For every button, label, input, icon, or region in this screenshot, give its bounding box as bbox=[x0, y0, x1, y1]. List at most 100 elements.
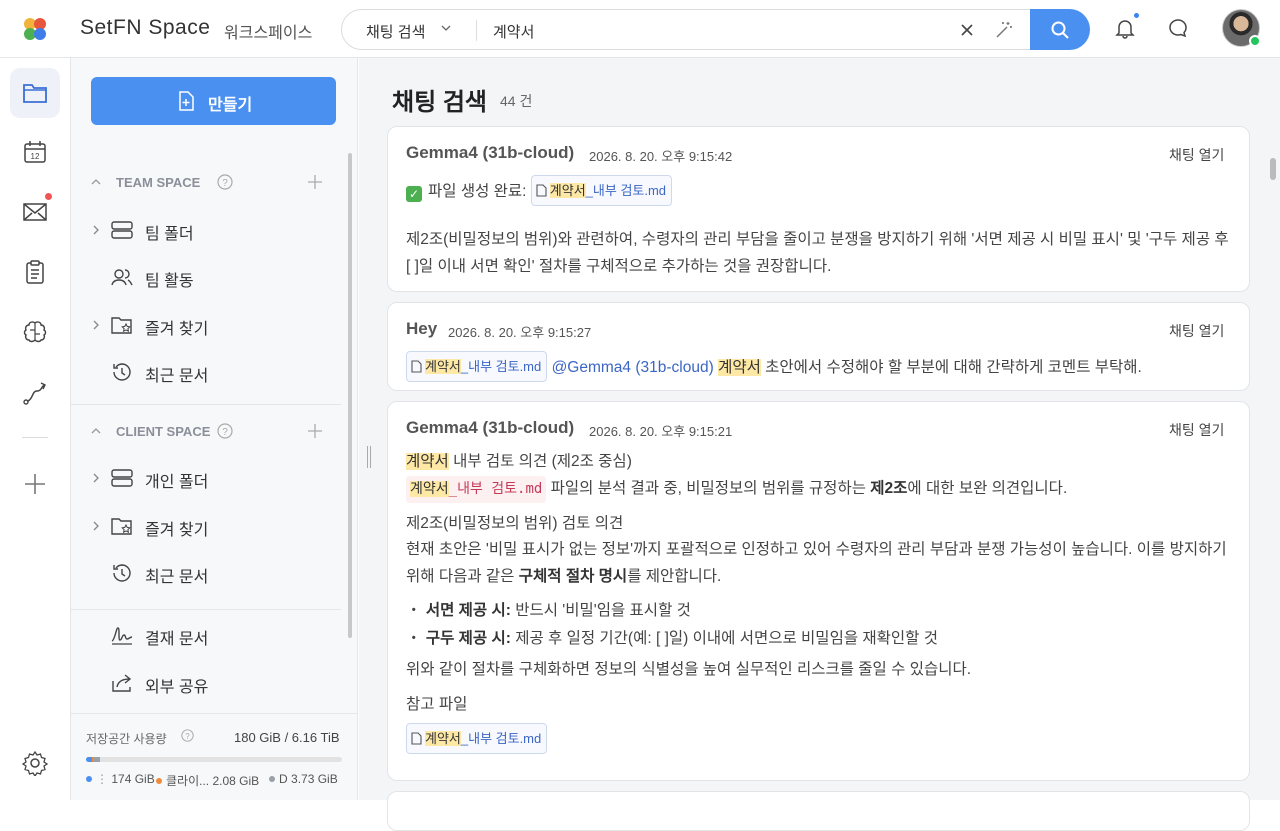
bullet-item: ・ 서면 제공 시: 반드시 '비밀'임을 표시할 것 bbox=[406, 602, 691, 619]
search-divider bbox=[476, 20, 477, 41]
plus-icon[interactable] bbox=[22, 471, 48, 497]
sidebar-item-label: 최근 문서 bbox=[145, 368, 209, 385]
message-paragraph: 현재 초안은 '비밀 표시가 없는 정보'까지 포괄적으로 인정하고 있어 수령… bbox=[406, 541, 1227, 585]
inline-code: 계약서_내부 검토.md bbox=[406, 476, 547, 503]
message-line: 계약서_내부 검토.md 파일의 분석 결과 중, 비밀정보의 범위를 규정하는… bbox=[406, 475, 1236, 503]
side-scrollbar[interactable] bbox=[348, 153, 352, 638]
add-team-item-icon[interactable] bbox=[307, 174, 323, 190]
search-result-card[interactable] bbox=[387, 791, 1250, 831]
main-scrollbar[interactable] bbox=[1270, 158, 1276, 180]
message-author: Gemma4 (31b-cloud) bbox=[406, 418, 575, 437]
search-result-card[interactable]: Hey 2026. 8. 20. 오후 9:15:27 채팅 열기 계약서_내부… bbox=[387, 302, 1250, 391]
magic-wand-icon[interactable] bbox=[994, 20, 1014, 40]
chevron-up-icon[interactable] bbox=[90, 176, 102, 188]
server-icon bbox=[111, 221, 133, 239]
sidebar-item-team-folder[interactable]: 팀 폴더 bbox=[71, 210, 341, 250]
rail-divider bbox=[22, 437, 48, 438]
reference-files: 계약서_내부 검토.md bbox=[406, 723, 1236, 754]
search-result-card[interactable]: Gemma4 (31b-cloud) 2026. 8. 20. 오후 9:15:… bbox=[387, 401, 1250, 781]
sidebar-item-team-favorites[interactable]: 즐겨 찾기 bbox=[71, 305, 341, 345]
users-icon bbox=[111, 269, 133, 286]
message-heading: 계약서 내부 검토 의견 (제2조 중심) bbox=[406, 453, 632, 470]
help-icon[interactable]: ? bbox=[181, 729, 194, 742]
open-chat-link[interactable]: 채팅 열기 bbox=[1169, 420, 1224, 440]
message-body: 제2조(비밀정보의 범위)와 관련하여, 수령자의 관리 부담을 줄이고 분쟁을… bbox=[406, 231, 1229, 275]
folder-icon bbox=[23, 84, 47, 103]
chat-bubble-icon[interactable] bbox=[1167, 17, 1189, 39]
chevron-right-icon[interactable] bbox=[91, 520, 101, 532]
main-content: 채팅 검색 44 건 Gemma4 (31b-cloud) 2026. 8. 2… bbox=[359, 58, 1280, 831]
sidebar-item-personal-folder[interactable]: 개인 폴더 bbox=[71, 458, 341, 498]
chevron-right-icon[interactable] bbox=[91, 224, 101, 236]
notification-dot bbox=[1133, 12, 1140, 19]
search-button[interactable] bbox=[1030, 9, 1090, 50]
chevron-right-icon[interactable] bbox=[91, 319, 101, 331]
sidebar-item-client-favorites[interactable]: 즐겨 찾기 bbox=[71, 506, 341, 546]
message-author: Hey bbox=[406, 319, 438, 338]
sidebar-item-label: 최근 문서 bbox=[145, 569, 209, 586]
search-scope-select[interactable]: 채팅 검색 bbox=[366, 21, 425, 42]
section-divider bbox=[71, 609, 341, 610]
storage-label: 저장공간 사용량 bbox=[86, 732, 167, 746]
new-file-icon bbox=[179, 91, 194, 111]
workflow-icon[interactable] bbox=[22, 381, 48, 407]
gear-icon[interactable] bbox=[22, 750, 48, 776]
brain-icon[interactable] bbox=[22, 319, 48, 345]
file-chip[interactable]: 계약서_내부 검토.md bbox=[406, 723, 548, 754]
sidebar-item-approval-docs[interactable]: 결재 문서 bbox=[71, 615, 341, 655]
app-logo-icon[interactable] bbox=[22, 16, 48, 42]
file-chip[interactable]: 계약서_내부 검토.md bbox=[406, 351, 548, 382]
storage-legend-item: ⋮ 174 GiB bbox=[86, 772, 155, 786]
sidebar-item-label: 외부 공유 bbox=[145, 679, 209, 696]
sidebar-item-label: 결재 문서 bbox=[145, 631, 209, 648]
mail-icon[interactable] bbox=[22, 199, 48, 225]
create-button[interactable]: 만들기 bbox=[91, 77, 336, 125]
file-chip[interactable]: 계약서_내부 검토.md bbox=[530, 175, 673, 206]
storage-legend-item: D 3.73 GiB bbox=[269, 772, 338, 786]
calendar-icon[interactable]: 12 bbox=[22, 139, 48, 165]
sidebar-item-team-recent[interactable]: 최근 문서 bbox=[71, 352, 341, 392]
message-time: 2026. 8. 20. 오후 9:15:21 bbox=[589, 424, 733, 439]
history-icon bbox=[113, 564, 131, 582]
sidebar-item-team-activity[interactable]: 팀 활동 bbox=[71, 257, 341, 297]
sidebar-item-label: 팀 폴더 bbox=[145, 226, 194, 243]
clipboard-icon[interactable] bbox=[22, 259, 48, 285]
message-time: 2026. 8. 20. 오후 9:15:42 bbox=[589, 149, 733, 164]
page-title: 채팅 검색 bbox=[392, 89, 487, 116]
svg-text:12: 12 bbox=[31, 152, 40, 161]
panel-resize-handle[interactable] bbox=[367, 446, 371, 468]
rail-files-button[interactable] bbox=[10, 68, 60, 118]
open-chat-link[interactable]: 채팅 열기 bbox=[1169, 321, 1224, 341]
workspace-label[interactable]: 워크스페이스 bbox=[224, 19, 312, 43]
search-icon bbox=[1051, 21, 1069, 39]
file-icon bbox=[411, 360, 422, 373]
open-chat-link[interactable]: 채팅 열기 bbox=[1169, 145, 1224, 165]
online-status-dot bbox=[1249, 35, 1261, 47]
sidebar-item-external-share[interactable]: 외부 공유 bbox=[71, 663, 341, 703]
storage-usage: 저장공간 사용량 ? 180 GiB / 6.16 TiB ⋮ 174 GiB … bbox=[71, 713, 357, 800]
client-space-title: CLIENT SPACE bbox=[116, 424, 211, 439]
mention[interactable]: @Gemma4 (31b-cloud) bbox=[552, 359, 714, 376]
storage-value: 180 GiB / 6.16 TiB bbox=[234, 730, 340, 745]
add-client-item-icon[interactable] bbox=[307, 423, 323, 439]
search-result-card[interactable]: Gemma4 (31b-cloud) 2026. 8. 20. 오후 9:15:… bbox=[387, 126, 1250, 292]
help-icon[interactable]: ? bbox=[217, 423, 233, 439]
brand-name[interactable]: SetFN Space bbox=[80, 16, 210, 40]
bell-icon[interactable] bbox=[1114, 17, 1136, 39]
close-icon[interactable] bbox=[958, 21, 976, 39]
section-divider bbox=[71, 404, 341, 405]
check-icon: ✓ bbox=[406, 186, 422, 202]
star-folder-icon bbox=[111, 518, 132, 535]
sidebar-item-label: 즐겨 찾기 bbox=[145, 321, 209, 338]
svg-text:?: ? bbox=[185, 732, 190, 741]
message-paragraph: 위와 같이 절차를 구체화하면 정보의 식별성을 높여 실무적인 리스크를 줄일… bbox=[406, 661, 972, 678]
create-button-label: 만들기 bbox=[208, 97, 253, 114]
help-icon[interactable]: ? bbox=[217, 174, 233, 190]
search-bar: 채팅 검색 계약서 bbox=[341, 9, 1090, 50]
chevron-up-icon[interactable] bbox=[90, 425, 102, 437]
search-input[interactable]: 계약서 bbox=[493, 21, 534, 42]
sidebar-item-client-recent[interactable]: 최근 문서 bbox=[71, 553, 341, 593]
message-body: 계약서_내부 검토.md @Gemma4 (31b-cloud) 계약서 초안에… bbox=[406, 351, 1236, 382]
chevron-right-icon[interactable] bbox=[91, 472, 101, 484]
chevron-down-icon[interactable] bbox=[440, 22, 452, 34]
